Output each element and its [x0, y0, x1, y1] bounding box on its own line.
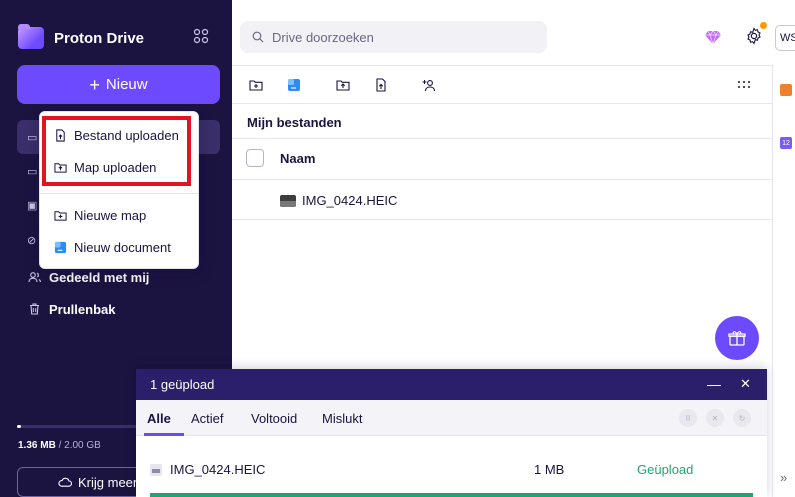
- header-row-divider: [232, 179, 772, 180]
- new-folder-icon[interactable]: [249, 78, 263, 92]
- new-button[interactable]: + Nieuw: [17, 65, 220, 104]
- brand[interactable]: Proton Drive: [18, 24, 144, 52]
- apps-grid-icon[interactable]: [193, 28, 209, 44]
- cloud-icon: [58, 475, 73, 490]
- upload-panel-title: 1 geüpload: [150, 377, 215, 392]
- upload-folder-icon[interactable]: [336, 78, 350, 92]
- storage-used: 1.36 MB: [18, 440, 56, 451]
- storage-separator: /: [55, 440, 65, 451]
- drive-icon: ▭: [27, 132, 38, 144]
- new-document-icon: [54, 241, 67, 253]
- active-tab-indicator: [144, 433, 184, 436]
- rail-divider: [772, 65, 773, 497]
- title-divider: [232, 138, 772, 139]
- user-initials: WS: [780, 32, 795, 44]
- menu-item-label: Nieuwe map: [74, 207, 147, 223]
- file-row-divider: [232, 219, 772, 220]
- column-header-name[interactable]: Naam: [280, 151, 315, 166]
- new-folder-icon: [54, 210, 67, 221]
- new-button-label: Nieuw: [105, 76, 148, 93]
- upload-tabs: Alle Actief Voltooid Mislukt II ✕ ↻: [136, 400, 767, 436]
- sidebar-item-shared-with-me[interactable]: Gedeeld met mij: [27, 266, 149, 288]
- search-icon: [252, 31, 264, 43]
- file-name: IMG_0424.HEIC: [302, 193, 398, 208]
- upload-panel-header[interactable]: 1 geüpload: [136, 369, 767, 400]
- sidebar-item-trash[interactable]: Prullenbak: [27, 298, 115, 320]
- contacts-app-icon[interactable]: [780, 84, 792, 96]
- pause-all-icon[interactable]: II: [679, 409, 697, 427]
- new-document-icon[interactable]: [287, 78, 301, 92]
- toolbar-divider: [232, 103, 772, 104]
- minimize-icon[interactable]: —: [707, 376, 721, 392]
- table-row[interactable]: IMG_0424.HEIC: [280, 193, 397, 208]
- expand-rail-icon[interactable]: »: [780, 470, 787, 485]
- notification-dot: [760, 22, 767, 29]
- tab-active[interactable]: Actief: [191, 411, 224, 426]
- storage-progress-fill: [17, 425, 22, 428]
- calendar-app-icon[interactable]: 12: [780, 137, 792, 149]
- select-all-checkbox[interactable]: [246, 149, 264, 167]
- upload-progress-bar: [150, 493, 753, 497]
- page-title: Mijn bestanden: [247, 115, 342, 130]
- proton-drive-logo-icon: [18, 24, 44, 49]
- plus-icon: +: [89, 74, 100, 95]
- gift-button[interactable]: [715, 316, 759, 360]
- upload-file-size: 1 MB: [534, 462, 565, 477]
- gift-icon: [728, 331, 746, 346]
- diamond-upgrade-icon[interactable]: [705, 30, 721, 44]
- menu-item-label: Nieuw document: [74, 239, 171, 255]
- app-name: Proton Drive: [54, 29, 145, 47]
- trash-icon: [27, 302, 41, 316]
- cancel-all-icon[interactable]: ✕: [706, 409, 724, 427]
- share-user-icon[interactable]: [422, 78, 436, 92]
- highlight-outline: [42, 116, 191, 186]
- image-file-icon: [150, 463, 162, 476]
- tab-failed[interactable]: Mislukt: [322, 411, 362, 426]
- image-thumbnail-icon: [280, 194, 296, 207]
- storage-total: 2.00 GB: [64, 440, 101, 451]
- upload-status: Geüpload: [637, 462, 694, 477]
- photos-icon: ▣: [27, 200, 38, 212]
- close-icon[interactable]: ✕: [740, 376, 751, 392]
- toolbar: [232, 66, 772, 104]
- computers-icon: ▭: [27, 166, 38, 178]
- search-placeholder: Drive doorzoeken: [272, 29, 374, 45]
- sidebar-item-label: Gedeeld met mij: [49, 269, 150, 285]
- settings-gear-icon[interactable]: [745, 27, 763, 45]
- upload-file-icon[interactable]: [374, 78, 388, 92]
- menu-divider: [40, 193, 198, 194]
- retry-all-icon[interactable]: ↻: [733, 409, 751, 427]
- menu-item-new-document[interactable]: Nieuw document: [54, 236, 171, 258]
- storage-usage: 1.36 MB / 2.00 GB: [18, 440, 101, 451]
- search-input[interactable]: Drive doorzoeken: [240, 21, 547, 53]
- menu-item-new-folder[interactable]: Nieuwe map: [54, 204, 146, 226]
- tab-completed[interactable]: Voltooid: [251, 411, 297, 426]
- user-avatar[interactable]: WS: [775, 25, 795, 51]
- more-options-icon[interactable]: [737, 78, 751, 92]
- tab-all[interactable]: Alle: [147, 411, 171, 426]
- upload-file-name-cell: IMG_0424.HEIC: [150, 462, 265, 477]
- get-more-label: Krijg meer: [78, 474, 138, 490]
- upload-panel: 1 geüpload — ✕ Alle Actief Voltooid Misl…: [136, 369, 767, 497]
- users-icon: [27, 270, 41, 284]
- shared-links-icon: ⊘: [27, 235, 37, 247]
- upload-file-name: IMG_0424.HEIC: [170, 462, 266, 477]
- sidebar-item-label: Prullenbak: [49, 301, 116, 317]
- list-item[interactable]: IMG_0424.HEIC 1 MB Geüpload: [150, 462, 750, 482]
